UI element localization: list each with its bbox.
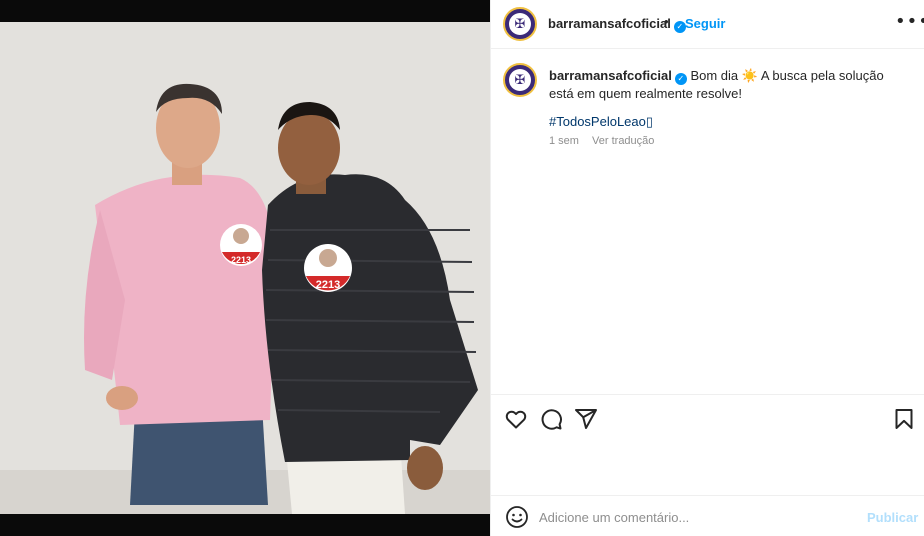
crest-icon: ✠ [514, 16, 526, 32]
post-header: ✠ barramansafcoficial✓ • Seguir ••• [491, 0, 924, 49]
action-bar [491, 394, 924, 442]
badge-number-left: 2213 [230, 255, 252, 265]
share-icon[interactable] [574, 407, 598, 431]
emoji-icon[interactable] [505, 505, 529, 529]
bookmark-icon[interactable] [892, 407, 916, 431]
more-icon[interactable]: ••• [895, 13, 924, 31]
header-username[interactable]: barramansafcoficial [548, 16, 671, 31]
profile-avatar[interactable]: ✠ [503, 7, 537, 41]
translate-link[interactable]: Ver tradução [592, 135, 654, 147]
post-image [0, 0, 490, 536]
caption-hashtag[interactable]: #TodosPeloLeao▯ [549, 114, 653, 130]
post-photo[interactable]: 2213 2213 [0, 0, 490, 536]
follow-button[interactable]: Seguir [685, 16, 725, 31]
caption-meta: 1 sem Ver tradução [549, 135, 664, 147]
crest-icon: ✠ [514, 72, 526, 88]
heart-icon[interactable] [504, 407, 528, 431]
caption-text-block: barramansafcoficial ✓ Bom dia ☀️ A busca … [549, 67, 909, 103]
header-separator: • [664, 14, 669, 29]
caption-avatar[interactable]: ✠ [503, 63, 537, 97]
post-time[interactable]: 1 sem [549, 135, 579, 147]
comment-icon[interactable] [539, 407, 563, 431]
post-side-panel: ✠ barramansafcoficial✓ • Seguir ••• ✠ ba… [490, 0, 924, 536]
caption-username[interactable]: barramansafcoficial [549, 68, 672, 83]
verified-icon: ✓ [674, 73, 687, 85]
comment-bar: Publicar [491, 495, 924, 536]
post-comment-button[interactable]: Publicar [867, 510, 918, 525]
badge-number-right: 2213 [315, 279, 341, 291]
comment-input[interactable] [539, 508, 839, 526]
